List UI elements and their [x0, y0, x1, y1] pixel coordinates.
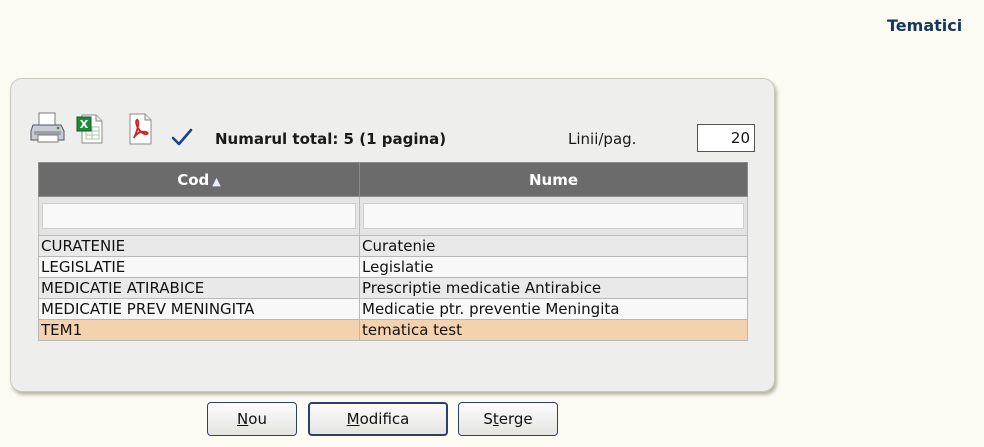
check-icon[interactable]	[170, 126, 194, 148]
filter-input-nume[interactable]	[363, 203, 744, 229]
cell-cod: MEDICATIE ATIRABICE	[38, 277, 360, 299]
cell-nume: Medicatie ptr. preventie Meningita	[359, 298, 748, 320]
column-header-label: Cod	[177, 170, 210, 189]
column-header-nume[interactable]: Nume	[359, 162, 748, 197]
rows-per-page-label: Linii/pag.	[568, 130, 637, 148]
button-mnemonic: M	[346, 410, 360, 428]
cell-cod: MEDICATIE PREV MENINGITA	[38, 298, 360, 320]
cell-nume: Prescriptie medicatie Antirabice	[359, 277, 748, 299]
button-label: erge	[498, 410, 533, 428]
page-title: Tematici	[887, 16, 963, 35]
data-table: Cod ▲ Nume CURATENIE Curatenie LEGISLATIE…	[38, 162, 748, 341]
svg-text:X: X	[80, 118, 89, 131]
table-row[interactable]: LEGISLATIE Legislatie	[38, 256, 748, 278]
cell-cod: CURATENIE	[38, 235, 360, 257]
button-mnemonic: N	[237, 410, 249, 428]
filter-cell-nume	[359, 196, 748, 236]
table-row-selected[interactable]: TEM1 tematica test	[38, 319, 748, 341]
excel-icon[interactable]: X	[76, 113, 104, 145]
column-header-cod[interactable]: Cod ▲	[38, 162, 360, 197]
pdf-icon[interactable]	[126, 112, 154, 146]
new-button[interactable]: Nou	[207, 402, 297, 436]
button-label: ou	[248, 410, 267, 428]
cell-nume: tematica test	[359, 319, 748, 341]
delete-button[interactable]: Sterge	[458, 402, 558, 436]
cell-nume: Legislatie	[359, 256, 748, 278]
rows-per-page-input[interactable]	[697, 124, 755, 152]
filter-input-cod[interactable]	[42, 203, 356, 229]
table-row[interactable]: MEDICATIE ATIRABICE Prescriptie medicati…	[38, 277, 748, 299]
edit-button[interactable]: Modifica	[308, 402, 448, 436]
button-label-prefix: S	[483, 410, 493, 428]
table-row[interactable]: CURATENIE Curatenie	[38, 235, 748, 257]
cell-cod: LEGISLATIE	[38, 256, 360, 278]
table-row[interactable]: MEDICATIE PREV MENINGITA Medicatie ptr. …	[38, 298, 748, 320]
filter-cell-cod	[38, 196, 360, 236]
total-count: Numarul total: 5 (1 pagina)	[215, 130, 447, 148]
cell-nume: Curatenie	[359, 235, 748, 257]
column-header-label: Nume	[528, 170, 579, 189]
button-label: odifica	[359, 410, 410, 428]
printer-icon[interactable]	[30, 111, 66, 145]
sort-ascending-icon: ▲	[212, 174, 221, 188]
cell-cod: TEM1	[38, 319, 360, 341]
